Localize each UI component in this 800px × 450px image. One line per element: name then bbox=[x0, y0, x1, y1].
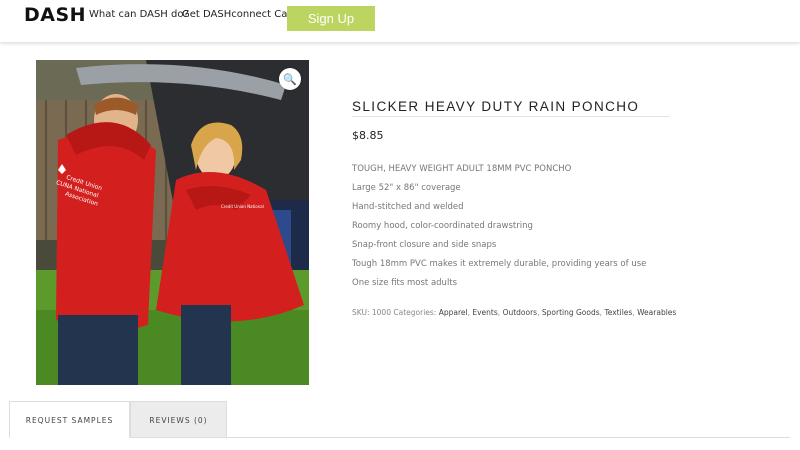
categories-label: Categories: bbox=[393, 308, 437, 317]
sku-label: SKU: bbox=[352, 308, 370, 317]
description-line: Hand-stitched and welded bbox=[352, 202, 464, 212]
description-line: Tough 18mm PVC makes it extremely durabl… bbox=[352, 259, 647, 269]
sku-value: 1000 bbox=[371, 308, 391, 317]
category-link-events[interactable]: Events bbox=[472, 308, 497, 317]
description-line: Large 52" x 86" coverage bbox=[352, 183, 461, 193]
product-image[interactable]: Credit Union CUNA National Association C… bbox=[36, 60, 309, 385]
magnifier-icon[interactable]: 🔍 bbox=[279, 68, 301, 90]
logo[interactable]: DASH bbox=[24, 4, 86, 26]
description-line: Snap-front closure and side snaps bbox=[352, 240, 497, 250]
nav-link-get-card[interactable]: Get DASHconnect Card bbox=[182, 9, 298, 20]
nav-link-what-can-dash-do[interactable]: What can DASH do? bbox=[89, 9, 189, 20]
category-link-textiles[interactable]: Textiles bbox=[604, 308, 632, 317]
category-link-wearables[interactable]: Wearables bbox=[637, 308, 676, 317]
product-title: SLICKER HEAVY DUTY RAIN PONCHO bbox=[352, 99, 640, 114]
tab-request-samples[interactable]: REQUEST SAMPLES bbox=[9, 401, 130, 438]
product-meta: SKU: 1000 Categories: Apparel, Events, O… bbox=[352, 308, 677, 317]
product-price: $8.85 bbox=[352, 129, 384, 142]
description-line: Roomy hood, color-coordinated drawstring bbox=[352, 221, 533, 231]
description-line: One size fits most adults bbox=[352, 278, 458, 288]
description-line: TOUGH, HEAVY WEIGHT ADULT 18MM PVC PONCH… bbox=[352, 164, 572, 174]
category-link-outdoors[interactable]: Outdoors bbox=[503, 308, 538, 317]
svg-text:Credit Union National: Credit Union National bbox=[221, 204, 264, 209]
category-link-sporting-goods[interactable]: Sporting Goods bbox=[542, 308, 600, 317]
signup-button[interactable]: Sign Up bbox=[287, 6, 375, 31]
site-header: DASH What can DASH do? Get DASHconnect C… bbox=[0, 0, 800, 43]
title-divider bbox=[352, 116, 670, 117]
tab-reviews[interactable]: REVIEWS (0) bbox=[130, 401, 227, 438]
category-link-apparel[interactable]: Apparel bbox=[439, 308, 468, 317]
